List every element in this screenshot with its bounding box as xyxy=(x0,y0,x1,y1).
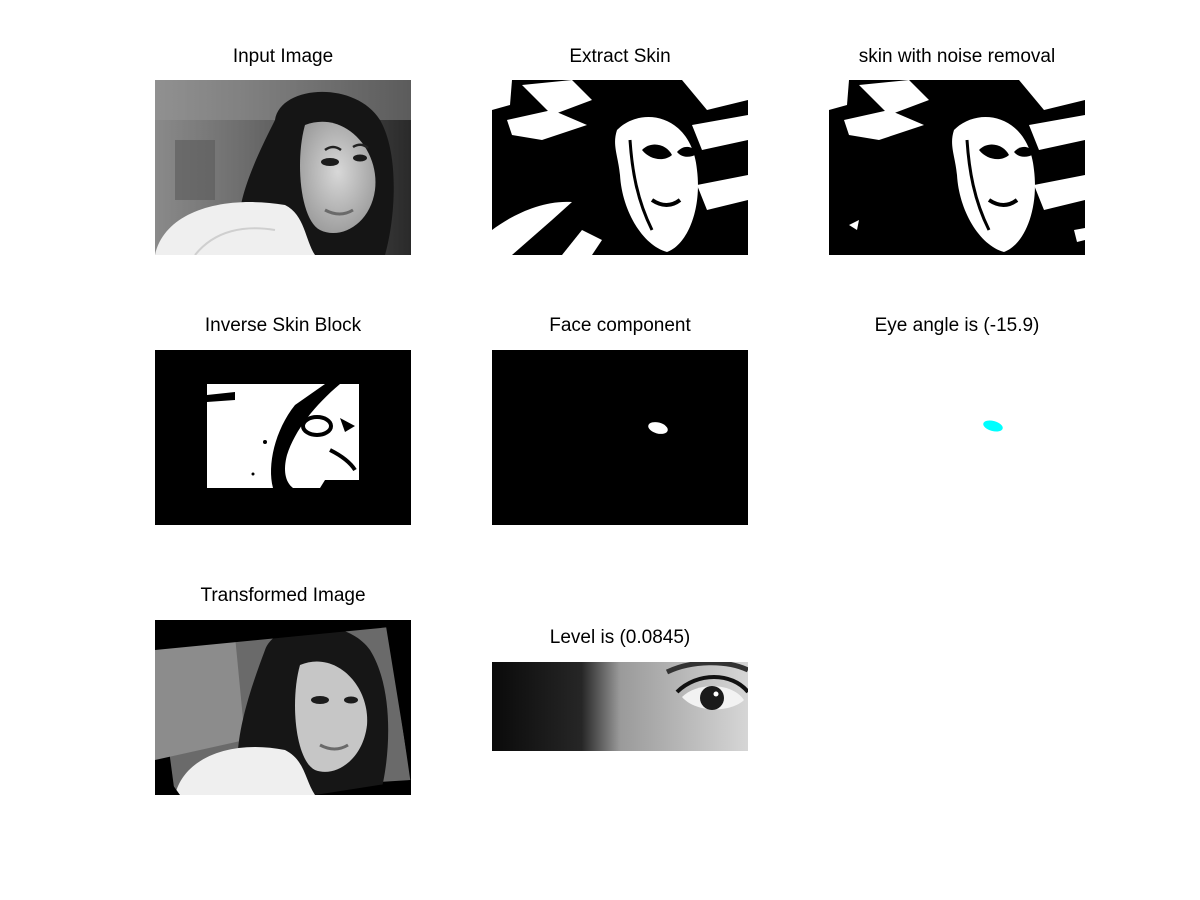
inverse-skin-block xyxy=(155,350,411,525)
extract-skin-mask xyxy=(492,80,748,255)
panel-title-face-component: Face component xyxy=(549,315,691,336)
panel-title-level: Level is (0.0845) xyxy=(549,627,691,648)
skin-noise-removal-mask xyxy=(829,80,1085,255)
transformed-image xyxy=(155,620,411,795)
figure-window: Input Image Extract Skin skin with noise… xyxy=(0,0,1200,900)
panel-title-skin-noise-removal: skin with noise removal xyxy=(858,46,1056,67)
level-eye-crop xyxy=(492,662,748,751)
input-image xyxy=(155,80,411,255)
eye-angle-image xyxy=(829,350,1085,525)
panel-title-input-image: Input Image xyxy=(232,46,334,67)
panel-title-extract-skin: Extract Skin xyxy=(569,46,671,67)
panel-title-eye-angle: Eye angle is (-15.9) xyxy=(874,315,1040,336)
face-component-image xyxy=(492,350,748,525)
panel-title-transformed-image: Transformed Image xyxy=(200,585,366,606)
panel-title-inverse-skin-block: Inverse Skin Block xyxy=(204,315,362,336)
